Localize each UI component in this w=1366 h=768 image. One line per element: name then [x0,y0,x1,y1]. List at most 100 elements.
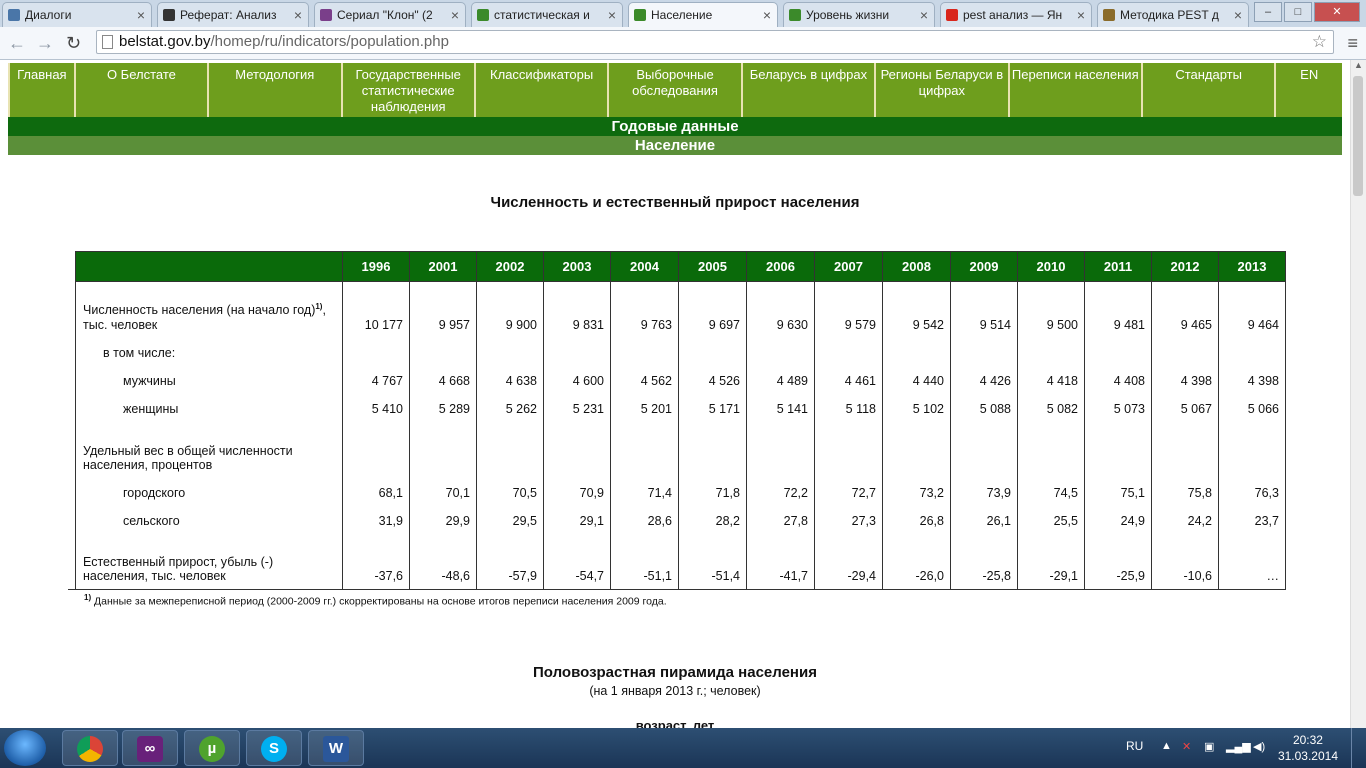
data-cell: 10 177 [342,281,410,338]
tab-label: Методика PEST д [1120,8,1219,22]
data-cell: 4 398 [1151,365,1219,394]
data-cell: -25,9 [1084,533,1152,590]
data-cell [882,421,951,478]
data-cell: 26,8 [882,505,951,534]
data-cell [543,337,611,366]
site-nav-item[interactable]: О Белстате [76,63,210,119]
browser-tab[interactable]: Диалоги × [2,2,152,27]
data-cell: 5 082 [1017,393,1085,422]
data-cell: 76,3 [1218,477,1286,506]
footnote-divider [68,589,260,590]
data-cell: 4 668 [409,365,477,394]
browser-tab[interactable]: Сериал "Клон" (2 × [314,2,466,27]
device-icon[interactable]: ▣ [1204,740,1214,753]
site-nav-item[interactable]: Классификаторы [476,63,610,119]
site-nav-item[interactable]: Главная [8,63,76,119]
forward-arrow-icon[interactable]: → [36,33,54,54]
clock[interactable]: 20:32 31.03.2014 [1278,732,1338,764]
site-navigation: Главная О Белстате Методология Государствен… [8,63,1342,119]
row-label: в том числе: [75,337,343,366]
footnote-mark: 1) [84,593,92,602]
signal-icon[interactable]: ▂▄▆ [1226,740,1251,753]
site-nav-item[interactable]: Беларусь в цифрах [743,63,877,119]
browser-tab[interactable]: статистическая и × [471,2,623,27]
data-cell: 27,3 [814,505,883,534]
tab-close-icon[interactable]: × [608,3,616,27]
page-icon [102,35,113,49]
address-bar[interactable]: belstat.gov.by/homep/ru/indicators/popul… [96,30,1334,54]
scroll-thumb[interactable] [1353,76,1363,196]
tab-favicon-icon [1103,9,1115,21]
site-nav-item[interactable]: Регионы Беларуси в цифрах [876,63,1010,119]
row-label: сельского [75,505,343,534]
data-cell [1084,337,1152,366]
tab-close-icon[interactable]: × [137,3,145,27]
browser-tab[interactable]: Методика PEST д × [1097,2,1249,27]
data-cell [1218,421,1286,478]
data-cell: -51,1 [610,533,679,590]
browser-tab[interactable]: Население × [628,2,778,27]
data-cell: 73,9 [950,477,1018,506]
data-cell: 24,2 [1151,505,1219,534]
reload-icon[interactable]: ↻ [66,33,81,54]
network-error-icon[interactable]: ✕ [1182,740,1191,753]
data-cell: 75,1 [1084,477,1152,506]
site-nav-item[interactable]: Переписи населения [1010,63,1143,119]
data-cell: 75,8 [1151,477,1219,506]
show-hidden-icons-icon[interactable]: ▲ [1161,740,1172,752]
site-nav-item[interactable]: Выборочные обследования [609,63,743,119]
close-window-button[interactable]: ✕ [1314,2,1360,22]
data-cell: -10,6 [1151,533,1219,590]
browser-tab[interactable]: Уровень жизни × [783,2,935,27]
data-cell [409,337,477,366]
start-button[interactable] [4,730,46,766]
data-cell: 5 410 [342,393,410,422]
tab-close-icon[interactable]: × [763,3,771,27]
data-cell: 9 481 [1084,281,1152,338]
data-cell: 29,9 [409,505,477,534]
scroll-up-arrow-icon[interactable]: ▲ [1351,60,1366,76]
tab-close-icon[interactable]: × [920,3,928,27]
footnote-text: Данные за межпереписной период (2000-200… [94,595,667,608]
tab-close-icon[interactable]: × [294,3,302,27]
year-header: 2006 [746,251,815,282]
data-cell: 72,7 [814,477,883,506]
back-arrow-icon[interactable]: ← [8,33,26,54]
data-cell: -57,9 [476,533,544,590]
site-nav-item[interactable]: Государственные статистические наблюдени… [343,63,476,119]
bookmark-star-icon[interactable]: ☆ [1312,31,1327,53]
data-cell: -48,6 [409,533,477,590]
year-header: 2009 [950,251,1018,282]
browser-tab[interactable]: pest анализ — Ян × [940,2,1092,27]
taskbar-chrome[interactable] [62,730,118,766]
data-cell: 5 141 [746,393,815,422]
population-table: 1996 2001 2002 2003 2004 2005 2006 2007 2008 2009… [75,251,1286,590]
taskbar-utorrent[interactable]: µ [184,730,240,766]
language-indicator[interactable]: RU [1126,739,1143,753]
taskbar-word[interactable]: W [308,730,364,766]
taskbar-skype[interactable]: S [246,730,302,766]
tab-close-icon[interactable]: × [451,3,459,27]
volume-icon[interactable]: ◀) [1253,740,1265,753]
footnote: 1) Данные за межпереписной период (2000-… [84,593,667,608]
menu-icon[interactable]: ≡ [1347,33,1358,54]
site-nav-item[interactable]: Методология [209,63,343,119]
show-desktop-button[interactable] [1351,728,1366,768]
minimize-button[interactable]: – [1254,2,1282,22]
data-cell [678,421,747,478]
browser-tab[interactable]: Реферат: Анализ × [157,2,309,27]
taskbar-visual-studio[interactable]: ∞ [122,730,178,766]
site-nav-item[interactable]: Стандарты [1143,63,1277,119]
tab-close-icon[interactable]: × [1077,3,1085,27]
data-cell: -29,1 [1017,533,1085,590]
site-nav-item[interactable]: EN [1276,63,1342,119]
tab-favicon-icon [8,9,20,21]
data-cell: 73,2 [882,477,951,506]
url-path: /homep/ru/indicators/population.php [210,33,449,50]
maximize-button[interactable]: □ [1284,2,1312,22]
vertical-scrollbar[interactable]: ▲ [1350,60,1366,728]
tab-close-icon[interactable]: × [1234,3,1242,27]
data-cell: 9 514 [950,281,1018,338]
data-cell: 5 289 [409,393,477,422]
skype-icon: S [261,736,287,762]
